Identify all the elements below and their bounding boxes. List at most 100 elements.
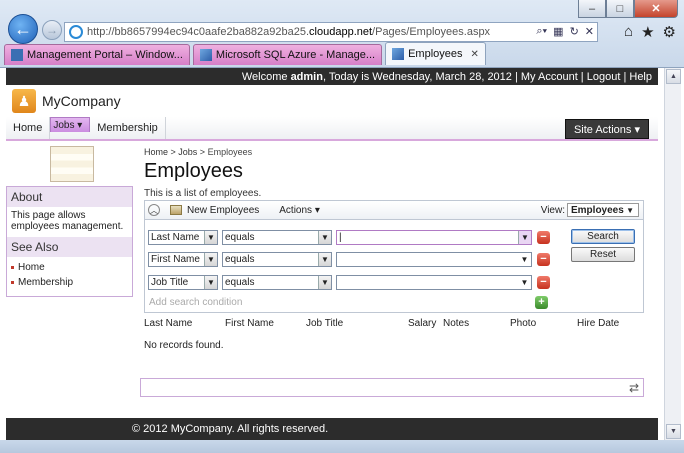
grid-header: Last Name First Name Job Title Salary No…	[144, 318, 644, 332]
field-select[interactable]: First Name ▼	[148, 252, 218, 267]
separator: |	[577, 70, 587, 83]
value-input[interactable]: ▼	[336, 252, 532, 267]
chevron-down-icon: ▼	[518, 253, 531, 266]
operator-value: equals	[225, 232, 255, 243]
tab-sql-azure[interactable]: Microsoft SQL Azure - Manage...	[192, 44, 383, 65]
field-select[interactable]: Job Title ▼	[148, 275, 218, 290]
window-controls: – □ ✕	[578, 0, 678, 18]
see-also-home[interactable]: Home	[11, 260, 128, 275]
scroll-down-icon[interactable]: ▼	[666, 424, 681, 439]
brand-name[interactable]: MyCompany	[42, 93, 121, 109]
url-prefix: http://bb8657994ec94c0aafe2ba882a92ba25.	[87, 26, 310, 38]
company-logo-icon[interactable]: ♟	[12, 89, 36, 113]
about-heading: About	[7, 187, 132, 207]
home-icon[interactable]: ⌂	[624, 23, 633, 41]
sidebar-panel: About This page allows employees managem…	[6, 186, 133, 297]
add-condition-icon[interactable]: +	[535, 296, 548, 309]
view-select[interactable]: Employees ▼	[567, 203, 639, 217]
chevron-down-icon: ▼	[626, 205, 634, 215]
menu-item-home[interactable]: Home	[6, 117, 51, 139]
actions-menu[interactable]: Actions ▾	[279, 205, 320, 216]
chevron-down-icon: ▼	[318, 231, 331, 244]
column-header-first-name[interactable]: First Name	[225, 318, 274, 329]
column-header-photo[interactable]: Photo	[510, 318, 536, 329]
separator: |	[620, 70, 630, 83]
stop-icon[interactable]: ✕	[585, 25, 594, 38]
tab-management-portal[interactable]: Management Portal – Window...	[4, 44, 190, 65]
bullet-icon	[11, 281, 14, 284]
chevron-down-icon: ▼	[518, 276, 531, 289]
compat-view-icon[interactable]: ▦	[553, 25, 563, 38]
link-label: Membership	[18, 277, 74, 288]
reset-button[interactable]: Reset	[571, 247, 635, 262]
my-account-link[interactable]: My Account	[521, 71, 578, 83]
remove-condition-icon[interactable]: −	[537, 253, 550, 266]
user-bar: Welcome admin, Today is Wednesday, March…	[6, 68, 658, 85]
breadcrumb-sep: >	[197, 147, 208, 157]
column-header-salary[interactable]: Salary	[408, 318, 436, 329]
chevron-down-icon: ▼	[204, 276, 217, 289]
column-header-notes[interactable]: Notes	[443, 318, 469, 329]
column-header-last-name[interactable]: Last Name	[144, 318, 192, 329]
window-bottom-frame	[0, 440, 684, 453]
page-icon	[392, 48, 405, 60]
logout-link[interactable]: Logout	[587, 71, 621, 83]
address-bar[interactable]: http://bb8657994ec94c0aafe2ba882a92ba25.…	[64, 22, 598, 42]
see-also-heading: See Also	[7, 237, 132, 257]
url-host: cloudapp.net	[309, 26, 373, 38]
scroll-up-icon[interactable]: ▲	[666, 69, 681, 84]
forward-arrow-icon[interactable]: →	[42, 20, 62, 40]
refresh-icon[interactable]: ⇄	[629, 381, 639, 395]
browser-chrome: – □ ✕ ← → http://bb8657994ec94c0aafe2ba8…	[0, 0, 684, 68]
operator-value: equals	[225, 277, 255, 288]
breadcrumb-home[interactable]: Home	[144, 147, 168, 157]
search-button[interactable]: Search	[571, 229, 635, 244]
chevron-down-icon: ▼	[204, 231, 217, 244]
browser-nav-icons: ⌂ ★ ⚙	[624, 23, 676, 41]
empty-message: No records found.	[144, 340, 224, 351]
menu-item-membership[interactable]: Membership	[90, 117, 166, 139]
main-content: Home > Jobs > Employees Employees This i…	[144, 147, 644, 199]
breadcrumb-jobs[interactable]: Jobs	[178, 147, 197, 157]
operator-select[interactable]: equals ▼	[222, 275, 332, 290]
tab-employees[interactable]: Employees ✕	[385, 42, 486, 65]
chevron-down-icon: ▼	[318, 276, 331, 289]
value-input[interactable]: ▼	[336, 275, 532, 290]
new-record-icon[interactable]	[170, 205, 182, 215]
see-also-membership[interactable]: Membership	[11, 275, 128, 290]
value-input[interactable]: | ▼	[336, 230, 532, 245]
menu-item-jobs[interactable]: Jobs ▾	[50, 117, 91, 132]
tools-gear-icon[interactable]: ⚙	[663, 23, 676, 41]
new-employees-button[interactable]: New Employees	[187, 205, 259, 216]
site-actions-button[interactable]: Site Actions ▾	[564, 119, 649, 139]
minimize-button[interactable]: –	[578, 0, 606, 18]
browser-tabs: Management Portal – Window... Microsoft …	[4, 42, 486, 65]
favorites-star-icon[interactable]: ★	[641, 23, 654, 41]
refresh-icon[interactable]: ↻	[570, 25, 579, 38]
back-arrow-icon[interactable]: ←	[8, 14, 38, 44]
close-button[interactable]: ✕	[634, 0, 678, 18]
page-title: Employees	[144, 160, 243, 182]
collapse-search-icon[interactable]: ︿	[148, 204, 160, 216]
help-link[interactable]: Help	[629, 71, 652, 83]
sidebar: About This page allows employees managem…	[6, 143, 133, 297]
maximize-button[interactable]: □	[606, 0, 634, 18]
field-select[interactable]: Last Name ▼	[148, 230, 218, 245]
remove-condition-icon[interactable]: −	[537, 276, 550, 289]
remove-condition-icon[interactable]: −	[537, 231, 550, 244]
page-footer: © 2012 MyCompany. All rights reserved.	[6, 418, 658, 440]
vertical-scrollbar[interactable]: ▲ ▼	[664, 68, 681, 440]
view-value: Employees	[571, 204, 624, 216]
column-header-job-title[interactable]: Job Title	[306, 318, 343, 329]
column-header-hire-date[interactable]: Hire Date	[577, 318, 619, 329]
welcome-text: Welcome	[241, 70, 291, 83]
close-tab-icon[interactable]: ✕	[471, 49, 479, 60]
search-icon[interactable]: ⌕▾	[536, 25, 547, 38]
search-condition-row: First Name ▼ equals ▼ ▼ −	[148, 252, 550, 267]
operator-select[interactable]: equals ▼	[222, 252, 332, 267]
site-header: ♟ MyCompany	[6, 85, 658, 117]
about-text: This page allows employees management.	[7, 207, 132, 237]
username: admin	[290, 70, 323, 83]
operator-select[interactable]: equals ▼	[222, 230, 332, 245]
add-search-condition[interactable]: Add search condition	[149, 297, 242, 308]
